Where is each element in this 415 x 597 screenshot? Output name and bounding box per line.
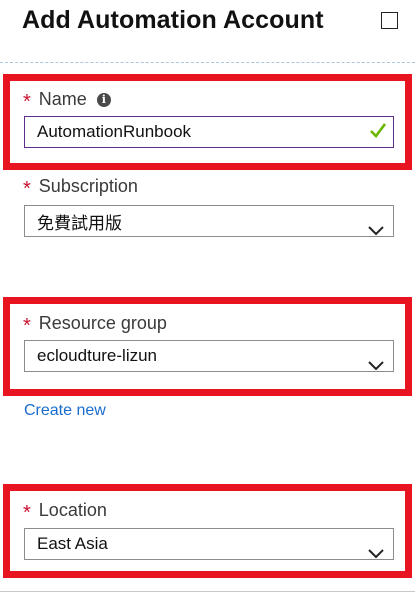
page-title: Add Automation Account: [22, 6, 324, 34]
info-icon[interactable]: i: [96, 92, 111, 107]
subscription-value: 免費試用版: [37, 213, 122, 233]
location-label-text: Location: [38, 500, 107, 520]
name-value: AutomationRunbook: [37, 122, 192, 141]
bottom-divider: [0, 591, 415, 592]
create-new-link[interactable]: Create new: [24, 402, 106, 420]
checkmark-icon: [370, 123, 387, 138]
header-divider: [0, 62, 415, 63]
location-label: * Location: [23, 500, 107, 524]
name-field[interactable]: AutomationRunbook: [24, 116, 394, 148]
name-label: * Name i: [23, 89, 111, 113]
resource-group-value: ecloudture-lizun: [37, 346, 158, 365]
subscription-select[interactable]: 免費試用版: [24, 205, 394, 237]
required-marker: *: [23, 90, 31, 113]
location-value: East Asia: [37, 534, 108, 553]
resource-group-label: * Resource group: [23, 313, 167, 337]
required-marker: *: [23, 501, 31, 524]
location-select[interactable]: East Asia: [24, 528, 394, 560]
maximize-icon[interactable]: [381, 12, 398, 29]
subscription-label-text: Subscription: [38, 176, 138, 196]
chevron-down-icon: [368, 549, 384, 559]
resource-group-label-text: Resource group: [38, 313, 167, 333]
required-marker: *: [23, 314, 31, 337]
resource-group-select[interactable]: ecloudture-lizun: [24, 340, 394, 372]
subscription-label: * Subscription: [23, 176, 138, 200]
chevron-down-icon: [368, 226, 384, 236]
name-label-text: Name: [38, 89, 87, 109]
chevron-down-icon: [368, 361, 384, 371]
required-marker: *: [23, 177, 31, 200]
